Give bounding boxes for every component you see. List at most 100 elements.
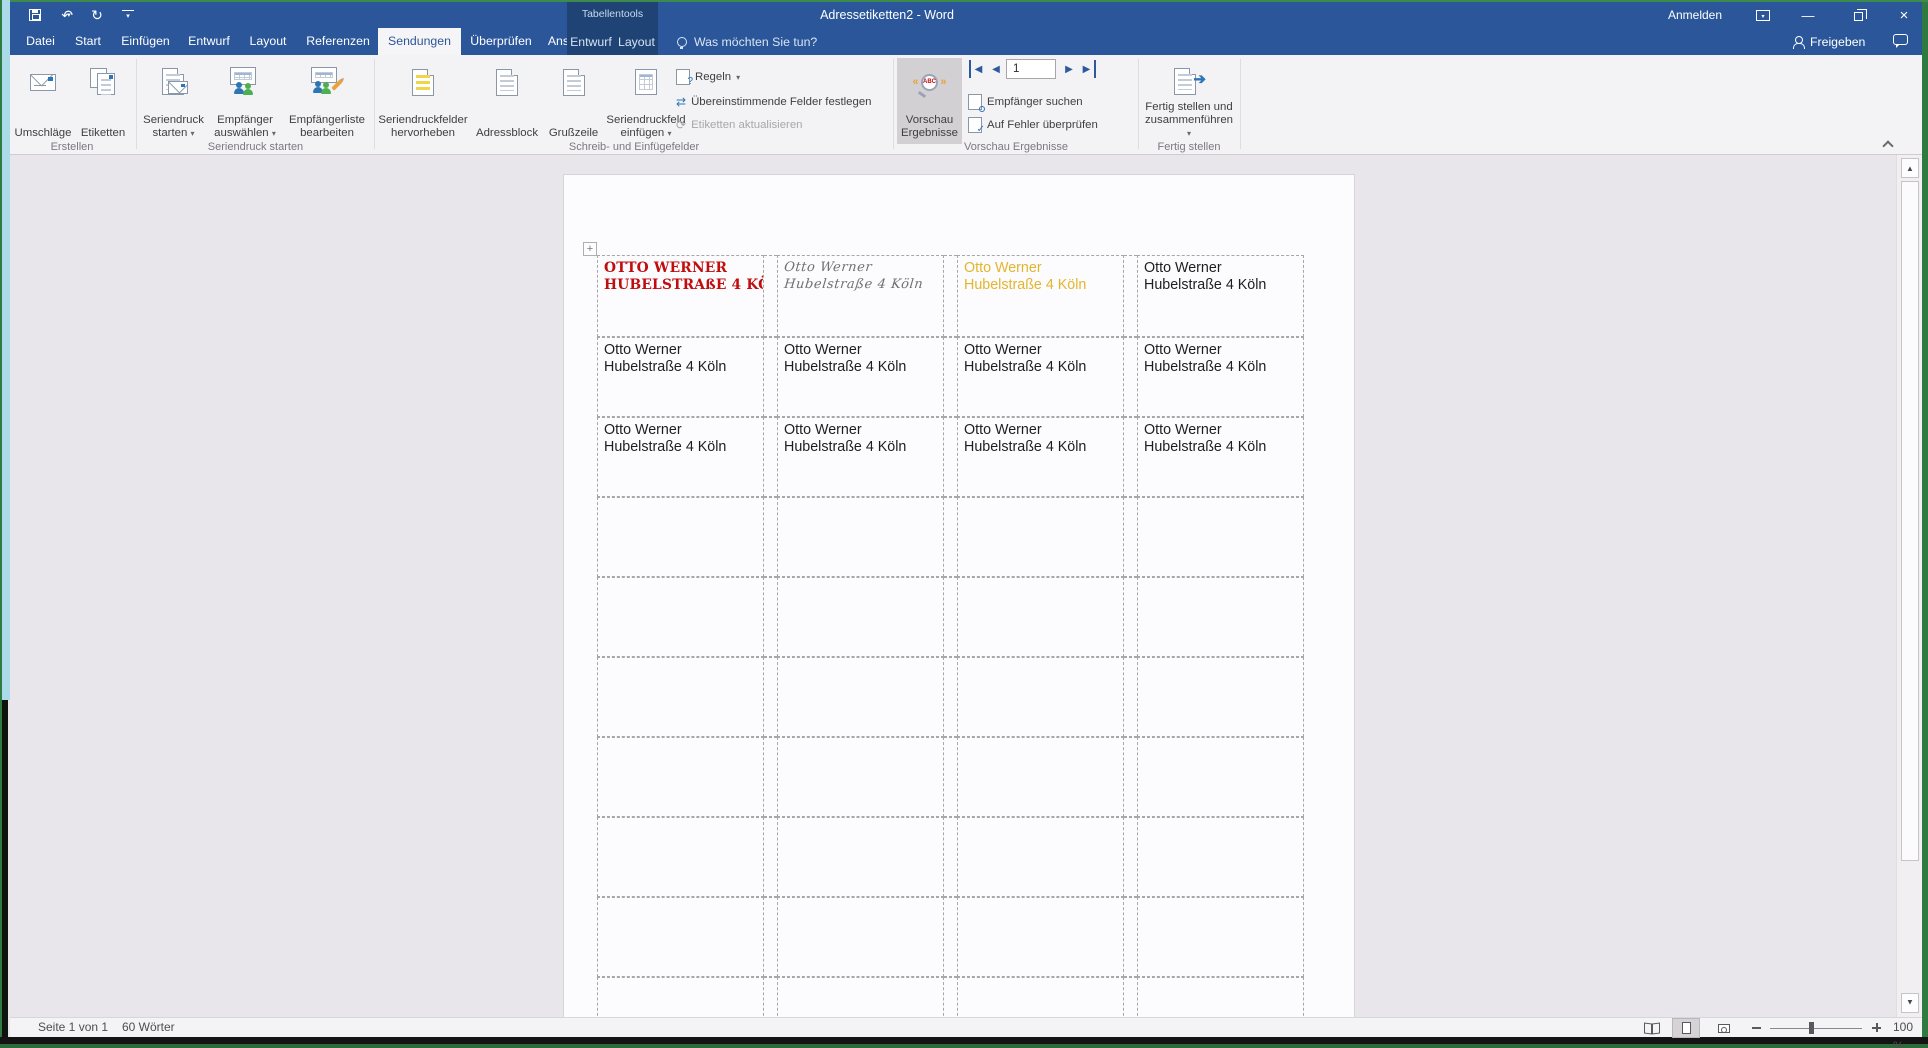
tab-tabletools-layout[interactable]: Layout	[618, 35, 655, 49]
label-cell[interactable]: Otto WernerHubelstraße 4 Köln	[1137, 255, 1304, 337]
previous-record-button[interactable]: ◀	[989, 60, 1003, 78]
vertical-scrollbar[interactable]: ▲ ▲	[1896, 155, 1922, 1017]
tab-tabletools-entwurf[interactable]: Entwurf	[570, 35, 612, 49]
label-cell[interactable]: Otto WernerHubelstraße 4 Köln	[957, 255, 1124, 337]
label-cell[interactable]	[597, 657, 764, 737]
label-cell[interactable]	[1137, 737, 1304, 817]
customize-quick-access-button[interactable]: ▾	[117, 4, 139, 26]
label-cell[interactable]	[597, 577, 764, 657]
label-cell[interactable]: Otto WernerHubelstraße 4 Köln	[1137, 337, 1304, 417]
zoom-in-button[interactable]	[1868, 1018, 1888, 1038]
save-button[interactable]	[24, 4, 46, 26]
label-cell[interactable]: Otto WernerHubelstraße 4 Köln	[777, 255, 944, 337]
tab-einfuegen[interactable]: Einfügen	[113, 28, 178, 55]
seriendruck-starten-button[interactable]: Seriendruck starten ▾	[140, 58, 207, 144]
undo-button[interactable]: ↶▾	[55, 4, 77, 26]
zoom-slider-track[interactable]	[1770, 1028, 1862, 1029]
vorschau-ergebnisse-toggle[interactable]: « ABC » Vorschau Ergebnisse	[897, 58, 962, 144]
label-cell[interactable]	[1137, 897, 1304, 977]
zoom-level[interactable]: 100 %	[1893, 1018, 1922, 1038]
zoom-slider-thumb[interactable]	[1809, 1022, 1814, 1034]
label-cell[interactable]	[777, 817, 944, 897]
auf-fehler-ueberpruefen-button[interactable]: ✓ Auf Fehler überprüfen	[968, 115, 1098, 135]
label-cell[interactable]: Otto WernerHubelstraße 4 Köln	[777, 337, 944, 417]
label-cell[interactable]	[777, 977, 944, 1017]
tab-referenzen[interactable]: Referenzen	[298, 28, 378, 55]
label-gap-cell	[1124, 497, 1137, 577]
next-record-button[interactable]: ▶	[1062, 60, 1076, 78]
ribbon-display-options-button[interactable]: ▾	[1747, 2, 1779, 28]
label-cell[interactable]	[777, 657, 944, 737]
record-number-input[interactable]: 1	[1006, 59, 1056, 79]
word-count[interactable]: 60 Wörter	[122, 1018, 175, 1038]
first-record-button[interactable]: ◀	[969, 60, 985, 78]
label-cell[interactable]	[777, 577, 944, 657]
etiketten-button[interactable]: Etiketten	[74, 58, 132, 144]
label-cell[interactable]: Otto WernerHubelstraße 4 Köln	[957, 417, 1124, 497]
empfaengerliste-bearbeiten-button[interactable]: Empfängerliste bearbeiten	[283, 58, 371, 144]
adressblock-button[interactable]: Adressblock	[470, 58, 544, 144]
empfaenger-auswaehlen-button[interactable]: Empfänger auswählen ▾	[209, 58, 281, 144]
label-cell[interactable]	[957, 657, 1124, 737]
regeln-button[interactable]: ? Regeln ▾	[676, 67, 740, 87]
tab-datei[interactable]: Datei	[18, 28, 63, 55]
table-move-handle[interactable]: +	[583, 242, 597, 256]
scroll-up-button[interactable]: ▲	[1901, 158, 1919, 178]
label-cell[interactable]	[597, 897, 764, 977]
label-cell[interactable]	[597, 977, 764, 1017]
close-button[interactable]: ×	[1888, 2, 1920, 28]
uebereinstimmende-felder-button[interactable]: ⇄ Übereinstimmende Felder festlegen	[676, 92, 872, 112]
label-cell[interactable]	[597, 497, 764, 577]
label-cell[interactable]	[957, 977, 1124, 1017]
label-cell[interactable]	[597, 737, 764, 817]
label-cell[interactable]	[957, 577, 1124, 657]
collapse-ribbon-icon[interactable]	[1882, 140, 1893, 151]
signin-link[interactable]: Anmelden	[1650, 2, 1740, 28]
label-cell[interactable]: Otto WernerHubelstraße 4 Köln	[957, 337, 1124, 417]
label-cell[interactable]	[957, 737, 1124, 817]
undo-dropdown-icon[interactable]: ▾	[67, 11, 71, 19]
grusszeile-button[interactable]: Grußzeile	[546, 58, 601, 144]
label-cell[interactable]: Otto WernerHubelstraße 4 Köln	[777, 417, 944, 497]
label-cell[interactable]	[1137, 657, 1304, 737]
label-cell[interactable]: Otto WernerHubelstraße 4 Köln	[597, 417, 764, 497]
restore-button[interactable]	[1842, 2, 1874, 28]
scrollbar-thumb[interactable]	[1901, 181, 1919, 861]
share-button[interactable]: Freigeben	[1793, 28, 1865, 55]
read-mode-button[interactable]	[1638, 1018, 1666, 1038]
zoom-out-button[interactable]	[1748, 1018, 1768, 1038]
page-indicator[interactable]: Seite 1 von 1	[38, 1018, 108, 1038]
label-cell[interactable]	[777, 497, 944, 577]
redo-button[interactable]: ↻	[86, 4, 108, 26]
label-cell[interactable]	[597, 817, 764, 897]
tab-layout[interactable]: Layout	[240, 28, 296, 55]
tab-ueberpruefen[interactable]: Überprüfen	[462, 28, 540, 55]
label-cell[interactable]	[777, 737, 944, 817]
label-cell[interactable]: Otto WernerHubelstraße 4 Köln	[597, 337, 764, 417]
label-cell[interactable]	[777, 897, 944, 977]
label-cell[interactable]	[957, 817, 1124, 897]
document-area[interactable]: + OTTO WERNERHUBELSTRAßE 4 KÖLNOtto Wern…	[10, 155, 1896, 1017]
comments-icon[interactable]	[1893, 34, 1908, 45]
tab-sendungen[interactable]: Sendungen	[378, 28, 461, 55]
label-cell[interactable]	[1137, 817, 1304, 897]
label-cell[interactable]	[1137, 497, 1304, 577]
label-cell[interactable]	[957, 897, 1124, 977]
label-cell[interactable]	[1137, 577, 1304, 657]
minimize-button[interactable]: —	[1792, 2, 1824, 28]
tab-start[interactable]: Start	[64, 28, 112, 55]
tell-me-box[interactable]: Was möchten Sie tun?	[677, 28, 817, 55]
tab-entwurf[interactable]: Entwurf	[178, 28, 240, 55]
web-layout-button[interactable]	[1710, 1018, 1738, 1038]
empfaenger-suchen-button[interactable]: Empfänger suchen	[968, 92, 1083, 112]
fertig-stellen-button[interactable]: ➔ Fertig stellen und zusammenführen ▾	[1142, 58, 1236, 144]
seriendruckfelder-hervorheben-button[interactable]: Seriendruckfelder hervorheben	[378, 58, 468, 144]
label-cell[interactable]: Otto WernerHubelstraße 4 Köln	[1137, 417, 1304, 497]
umschlaege-button[interactable]: Umschläge	[12, 58, 74, 144]
label-cell[interactable]	[1137, 977, 1304, 1017]
label-cell[interactable]	[957, 497, 1124, 577]
label-cell[interactable]: OTTO WERNERHUBELSTRAßE 4 KÖLN	[597, 255, 764, 337]
last-record-button[interactable]: ▶	[1080, 60, 1096, 78]
print-layout-button[interactable]	[1672, 1018, 1700, 1038]
scroll-down-button[interactable]: ▲	[1901, 993, 1919, 1013]
